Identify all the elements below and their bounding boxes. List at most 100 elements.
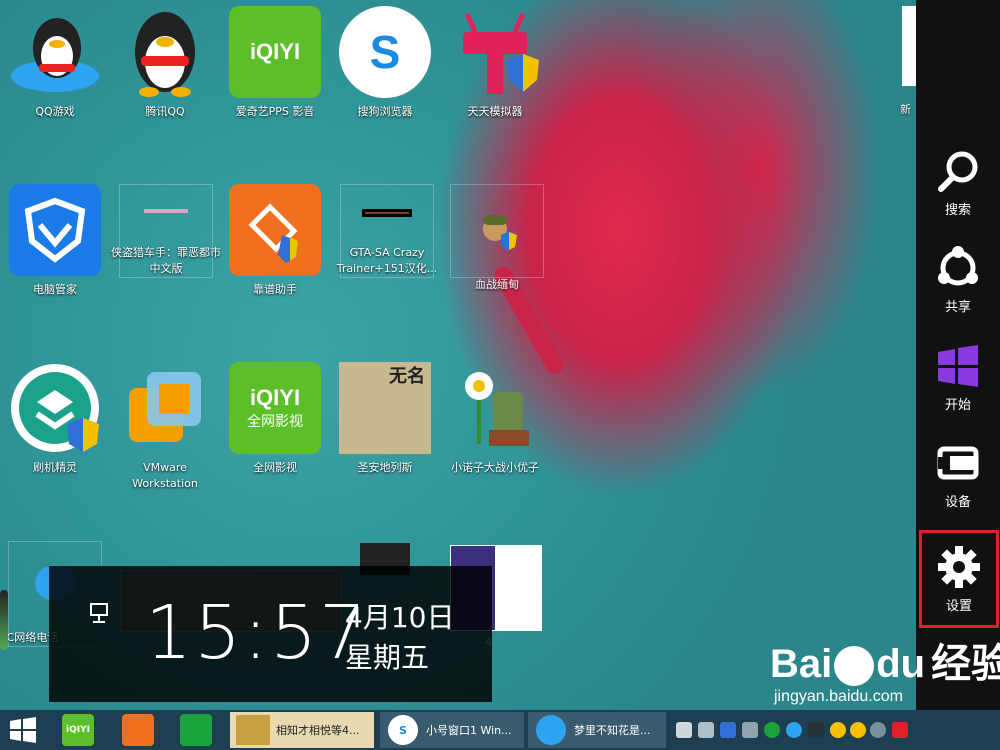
side-gadget — [0, 590, 8, 650]
desktop-icon-qq-game[interactable]: QQ游戏 — [0, 6, 110, 176]
desktop-icon-shuaji[interactable]: 刷机精灵 — [0, 362, 110, 532]
iqiyi-logo-text: iQIYI — [249, 385, 301, 410]
taskbar-window-label: 相知才相悦等4... — [276, 724, 360, 737]
desktop-icon-quanwang[interactable]: iQIYI 全网影视 全网影视 — [220, 362, 330, 532]
start-button[interactable] — [8, 710, 38, 750]
clock-date: 4月10日 — [345, 601, 455, 634]
iqiyi-subtitle: 全网影视 — [247, 413, 303, 429]
desktop-icon-xuezhan[interactable]: 血战缅甸 — [450, 184, 544, 291]
icon-label: 电脑管家 — [33, 283, 77, 296]
baidu-watermark: Bai du 经验 jingyan.baidu.com — [770, 640, 1000, 706]
taskbar-window-qq-chat[interactable]: 梦里不知花是... — [528, 712, 666, 748]
kaopu-icon — [122, 714, 154, 746]
charm-label: 开始 — [944, 397, 971, 413]
plants-zombies-icon — [449, 362, 541, 454]
baidu-brand-cn: 经验 — [931, 642, 1000, 686]
qq-icon[interactable] — [786, 722, 802, 738]
icon-label: 搜狗浏览器 — [357, 105, 413, 118]
icon-label: 侠盗猎车手：罪恶都市 中文版 — [111, 246, 221, 275]
document-icon — [902, 6, 916, 86]
charm-search[interactable]: 搜索 — [916, 138, 1000, 228]
sogou-icon[interactable] — [892, 722, 908, 738]
volume-icon[interactable] — [698, 722, 714, 738]
icon-label: 新 — [900, 103, 911, 116]
iqiyi-icon: iQIYI — [62, 714, 94, 746]
taskbar: iQIYI 相知才相悦等4... S 小号窗口1 Win... 梦里不知花是..… — [0, 710, 1000, 750]
gta-sa-trainer-icon — [362, 209, 412, 217]
iqiyi-logo-text: iQIYI — [249, 39, 301, 64]
shield-icon[interactable] — [720, 722, 736, 738]
sogou-browser-icon: S — [339, 6, 431, 98]
windows-start-icon — [938, 344, 978, 387]
charm-devices[interactable]: 设备 — [916, 430, 1000, 520]
taskbar-window-folder[interactable]: 相知才相悦等4... — [230, 712, 374, 748]
desktop-icon-gta-sa-trainer[interactable]: GTA-SA Crazy Trainer+151汉化... — [337, 184, 437, 278]
taskbar-window-sogou[interactable]: S 小号窗口1 Win... — [380, 712, 524, 748]
charm-label: 搜索 — [944, 202, 971, 218]
icon-label: 靠谱助手 — [253, 283, 297, 296]
close-icon[interactable] — [870, 722, 886, 738]
icon-label: 爱奇艺PPS 影音 — [235, 105, 315, 118]
icon-label: 刷机精灵 — [33, 461, 77, 474]
sogou-browser-icon: S — [388, 715, 418, 745]
flag-icon[interactable] — [676, 722, 692, 738]
tiantian-emulator-icon — [449, 6, 541, 98]
desktop-icon-kaopu[interactable]: 靠谱助手 — [220, 184, 330, 354]
taskbar-pinned-store[interactable] — [180, 710, 212, 750]
icon-label: 天天模拟器 — [467, 105, 523, 118]
desktop-icon-tencent-qq[interactable]: 腾讯QQ — [110, 6, 220, 176]
icon-label: 小诺子大战小优子 — [451, 461, 539, 474]
icon-label: GTA-SA Crazy Trainer+151汉化... — [336, 246, 438, 275]
taskbar-pinned-iqiyi[interactable]: iQIYI — [62, 710, 94, 750]
gta-vice-city-icon — [144, 209, 188, 213]
charm-start[interactable]: 开始 — [916, 333, 1000, 423]
clock-time: 15:57 — [145, 590, 369, 676]
desktop-icon-sogou-browser[interactable]: S 搜狗浏览器 — [330, 6, 440, 176]
soldier-game-icon — [477, 211, 517, 251]
icon-label: VMware Workstation — [132, 461, 198, 490]
icon-label: 全网影视 — [253, 461, 297, 474]
search-icon — [938, 151, 978, 192]
baidu-brand-2: du — [876, 642, 926, 686]
icon-label: QQ游戏 — [35, 105, 75, 118]
desktop-icon-san-andreas[interactable]: 无名 圣安地列斯 — [330, 362, 440, 532]
store-icon — [180, 714, 212, 746]
qq-icon[interactable] — [830, 722, 846, 738]
icon-label: 血战缅甸 — [475, 278, 519, 291]
vmware-icon — [119, 362, 211, 454]
taskbar-pinned-kaopu[interactable] — [122, 710, 154, 750]
san-andreas-text: 无名 — [389, 366, 425, 386]
taskbar-window-label: 梦里不知花是... — [574, 724, 651, 737]
baidu-url: jingyan.baidu.com — [774, 688, 903, 705]
charm-settings[interactable]: 设置 — [919, 530, 999, 628]
desktop-icon-new-doc[interactable]: 新 — [895, 6, 916, 176]
sogou-logo-text: S — [369, 26, 401, 78]
san-andreas-icon: 无名 — [339, 362, 431, 454]
sync-icon[interactable] — [764, 722, 780, 738]
icon-label: 圣安地列斯 — [357, 461, 413, 474]
display-icon[interactable] — [742, 722, 758, 738]
qq-icon[interactable] — [850, 722, 866, 738]
icon-label: 腾讯QQ — [145, 105, 185, 118]
charm-label: 设备 — [944, 494, 971, 510]
charm-label[interactable]: 共享 — [945, 296, 971, 315]
gear-icon — [938, 545, 980, 588]
desktop-icon-vmware[interactable]: VMware Workstation — [110, 362, 220, 532]
desktop-icon-tiantian-emulator[interactable]: 天天模拟器 — [440, 6, 550, 176]
folder-thumbnail-icon — [236, 715, 270, 745]
qq-chat-icon — [536, 715, 566, 745]
shuaji-jingling-icon — [9, 362, 101, 454]
share-icon — [938, 245, 978, 285]
desktop-icon-pvz[interactable]: 小诺子大战小优子 — [440, 362, 550, 532]
iqiyi-text: iQIYI — [66, 725, 90, 735]
clock-weekday: 星期五 — [345, 641, 430, 674]
desktop-icon-pc-manager[interactable]: 电脑管家 — [0, 184, 110, 354]
charm-share[interactable]: 共享 — [916, 235, 1000, 325]
tencent-pc-manager-icon — [9, 184, 101, 276]
desktop-icon-iqiyi-pps[interactable]: iQIYI 爱奇艺PPS 影音 — [220, 6, 330, 176]
iqiyi-pps-icon: iQIYI — [229, 6, 321, 98]
speaker-icon[interactable] — [808, 722, 824, 738]
desktop-icon-gta-vc[interactable]: 侠盗猎车手：罪恶都市 中文版 — [111, 184, 221, 278]
qq-penguin-icon — [119, 6, 211, 98]
paw-icon — [834, 646, 875, 687]
